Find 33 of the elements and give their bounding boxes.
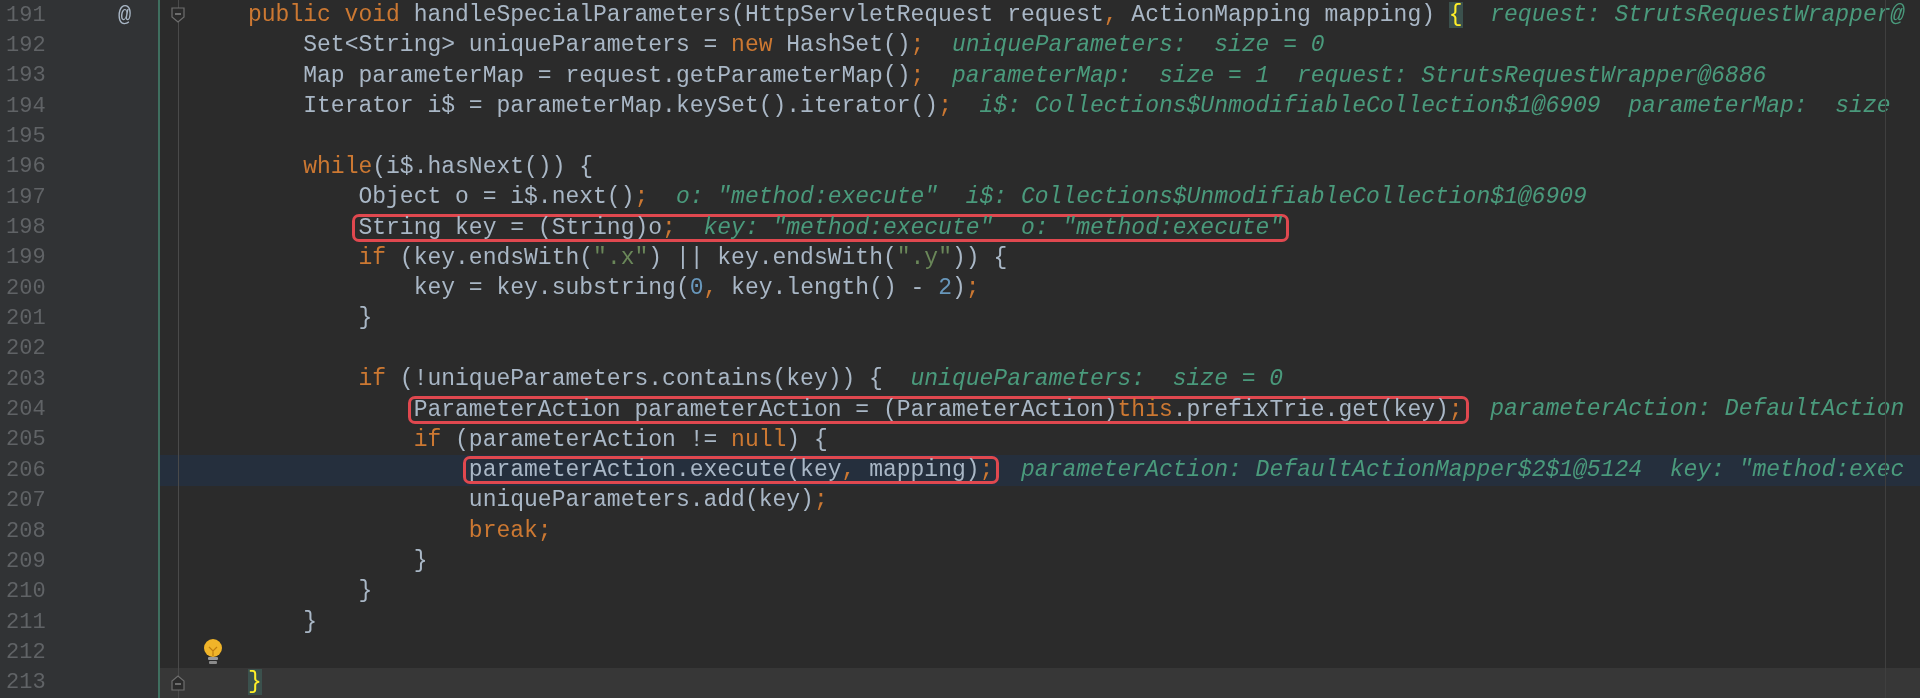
inline-debug-value: o: "method:execute" i$: Collections$UnmodifiableCollection$1@6909 (675, 184, 1587, 210)
inline-debug-value: key: "method:execute" o: "method:execute" (703, 214, 1284, 241)
code-text: uniqueParameters.add(key); (468, 487, 828, 514)
fold-icon[interactable] (171, 674, 185, 691)
code-text: parameterAction.execute(key, mapping); (468, 457, 994, 484)
code-text: if (!uniqueParameters.contains(key)) { (358, 366, 883, 393)
code-text: Object o = i$.next(); (358, 184, 649, 210)
code-text: } (358, 305, 373, 332)
lightbulb-icon[interactable] (202, 638, 224, 667)
inline-debug-value: i$: Collections$UnmodifiableCollection$1@6909 parameterMap: size (979, 92, 1891, 119)
inline-debug-value: uniqueParameters: size = 0 (910, 366, 1284, 393)
inline-debug-value: parameterAction: DefaultActionMapper$2$1@5124 key: "method:exec (1020, 457, 1905, 484)
inline-debug-value: parameterMap: size = 1 request: StrutsRequestWrapper@6886 (951, 62, 1767, 89)
code-text: while(i$.hasNext()) { (303, 153, 594, 180)
inline-debug-value: uniqueParameters: size = 0 (951, 32, 1325, 59)
code-text: Set<String> uniqueParameters = new HashSet(); (303, 32, 925, 59)
code-text: if (parameterAction != null) { (413, 426, 828, 453)
code-text: String key = (String)o; (358, 214, 676, 241)
code-text: key = key.substring(0, key.length() - 2); (413, 275, 980, 301)
code-text: break; (468, 517, 552, 544)
code-text: Iterator i$ = parameterMap.keySet().iterator(); (303, 92, 952, 119)
code-text: public void handleSpecialParameters(HttpServletRequest request, ActionMapping mapping) { (248, 1, 1463, 28)
inline-debug-value: parameterAction: DefaultAction (1490, 396, 1905, 423)
code-text: } (358, 578, 373, 605)
code-text: ParameterAction parameterAction = (ParameterAction)this.prefixTrie.get(key); (413, 396, 1463, 423)
fold-icon[interactable] (171, 7, 185, 24)
code-text: } (413, 548, 428, 575)
code-text: if (key.endsWith(".x") || key.endsWith(".y")) { (358, 244, 1008, 271)
code-text: Map parameterMap = request.getParameterMap(); (303, 62, 925, 89)
override-marker[interactable]: @ (118, 0, 132, 32)
code-text: } (303, 608, 318, 635)
code-text: } (248, 669, 262, 696)
inline-debug-value: request: StrutsRequestWrapper@ (1490, 1, 1905, 28)
